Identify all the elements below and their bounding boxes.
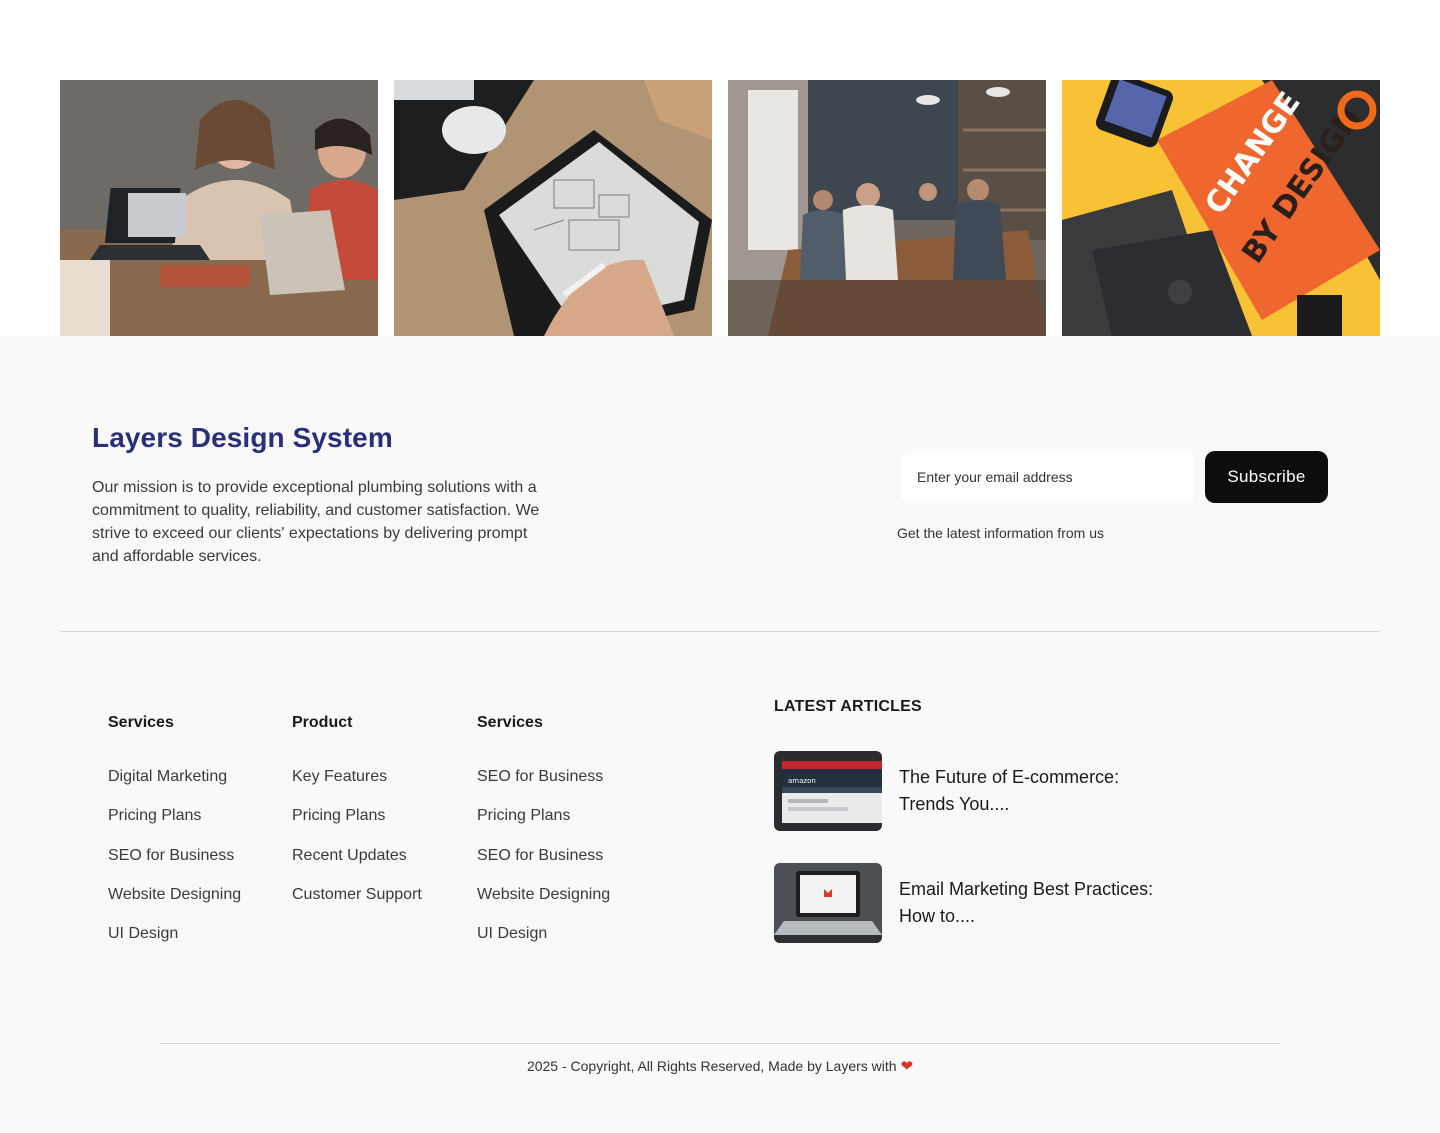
copyright-divider — [159, 1043, 1281, 1044]
gallery-image-office-meeting — [728, 80, 1046, 336]
footer-link-key-features[interactable]: Key Features — [292, 767, 422, 806]
article-thumbnail-ecommerce[interactable]: amazon — [774, 751, 882, 831]
footer-column-services-2: Services SEO for Business Pricing Plans … — [477, 714, 610, 963]
footer-link-pricing-plans[interactable]: Pricing Plans — [108, 806, 241, 845]
latest-articles-heading: LATEST ARTICLES — [774, 698, 922, 715]
footer-link-ui-design[interactable]: UI Design — [477, 924, 610, 963]
gallery-image-tablet-wireframe — [394, 80, 712, 336]
copyright-line: 2025 - Copyright, All Rights Reserved, M… — [0, 1057, 1440, 1075]
column-heading: Services — [108, 714, 174, 731]
footer-column-product: Product Key Features Pricing Plans Recen… — [292, 714, 422, 924]
column-heading: Product — [292, 714, 353, 731]
gallery-image-change-by-design-book: CHANGE BY DESIGN — [1062, 80, 1380, 336]
footer-link-recent-updates[interactable]: Recent Updates — [292, 846, 422, 885]
article-title[interactable]: The Future of E-commerce: Trends You.... — [899, 764, 1159, 818]
brand-title: Layers Design System — [92, 422, 393, 453]
mission-text: Our mission is to provide exceptional pl… — [92, 479, 540, 565]
heart-icon: ❤ — [900, 1058, 914, 1075]
article-title[interactable]: Email Marketing Best Practices: How to..… — [899, 876, 1159, 930]
footer-column-services: Services Digital Marketing Pricing Plans… — [108, 714, 241, 963]
footer-link-pricing-plans[interactable]: Pricing Plans — [477, 806, 610, 845]
subscribe-button[interactable]: Subscribe — [1205, 451, 1328, 503]
footer-divider — [60, 631, 1380, 632]
article-card[interactable]: Email Marketing Best Practices: How to..… — [774, 863, 1174, 943]
footer-link-seo-for-business[interactable]: SEO for Business — [108, 846, 241, 885]
footer-link-website-designing[interactable]: Website Designing — [477, 885, 610, 924]
site-footer: Layers Design System Our mission is to p… — [0, 336, 1440, 1133]
svg-text:amazon: amazon — [788, 777, 816, 785]
newsletter-note: Get the latest information from us — [897, 525, 1104, 541]
article-card[interactable]: amazon The Future of E-commerce: Trends … — [774, 751, 1174, 831]
footer-link-seo-for-business[interactable]: SEO for Business — [477, 767, 610, 806]
footer-link-customer-support[interactable]: Customer Support — [292, 885, 422, 924]
copyright-text: 2025 - Copyright, All Rights Reserved, M… — [526, 1058, 897, 1074]
footer-link-digital-marketing[interactable]: Digital Marketing — [108, 767, 241, 806]
footer-link-ui-design[interactable]: UI Design — [108, 924, 241, 963]
gallery-image-people-laptops — [60, 80, 378, 336]
footer-link-seo-for-business[interactable]: SEO for Business — [477, 846, 610, 885]
article-thumbnail-email-marketing[interactable] — [774, 863, 882, 943]
footer-link-website-designing[interactable]: Website Designing — [108, 885, 241, 924]
column-heading: Services — [477, 714, 543, 731]
footer-link-pricing-plans[interactable]: Pricing Plans — [292, 806, 422, 845]
image-gallery: CHANGE BY DESIGN — [0, 0, 1440, 336]
email-input[interactable] — [901, 451, 1193, 503]
